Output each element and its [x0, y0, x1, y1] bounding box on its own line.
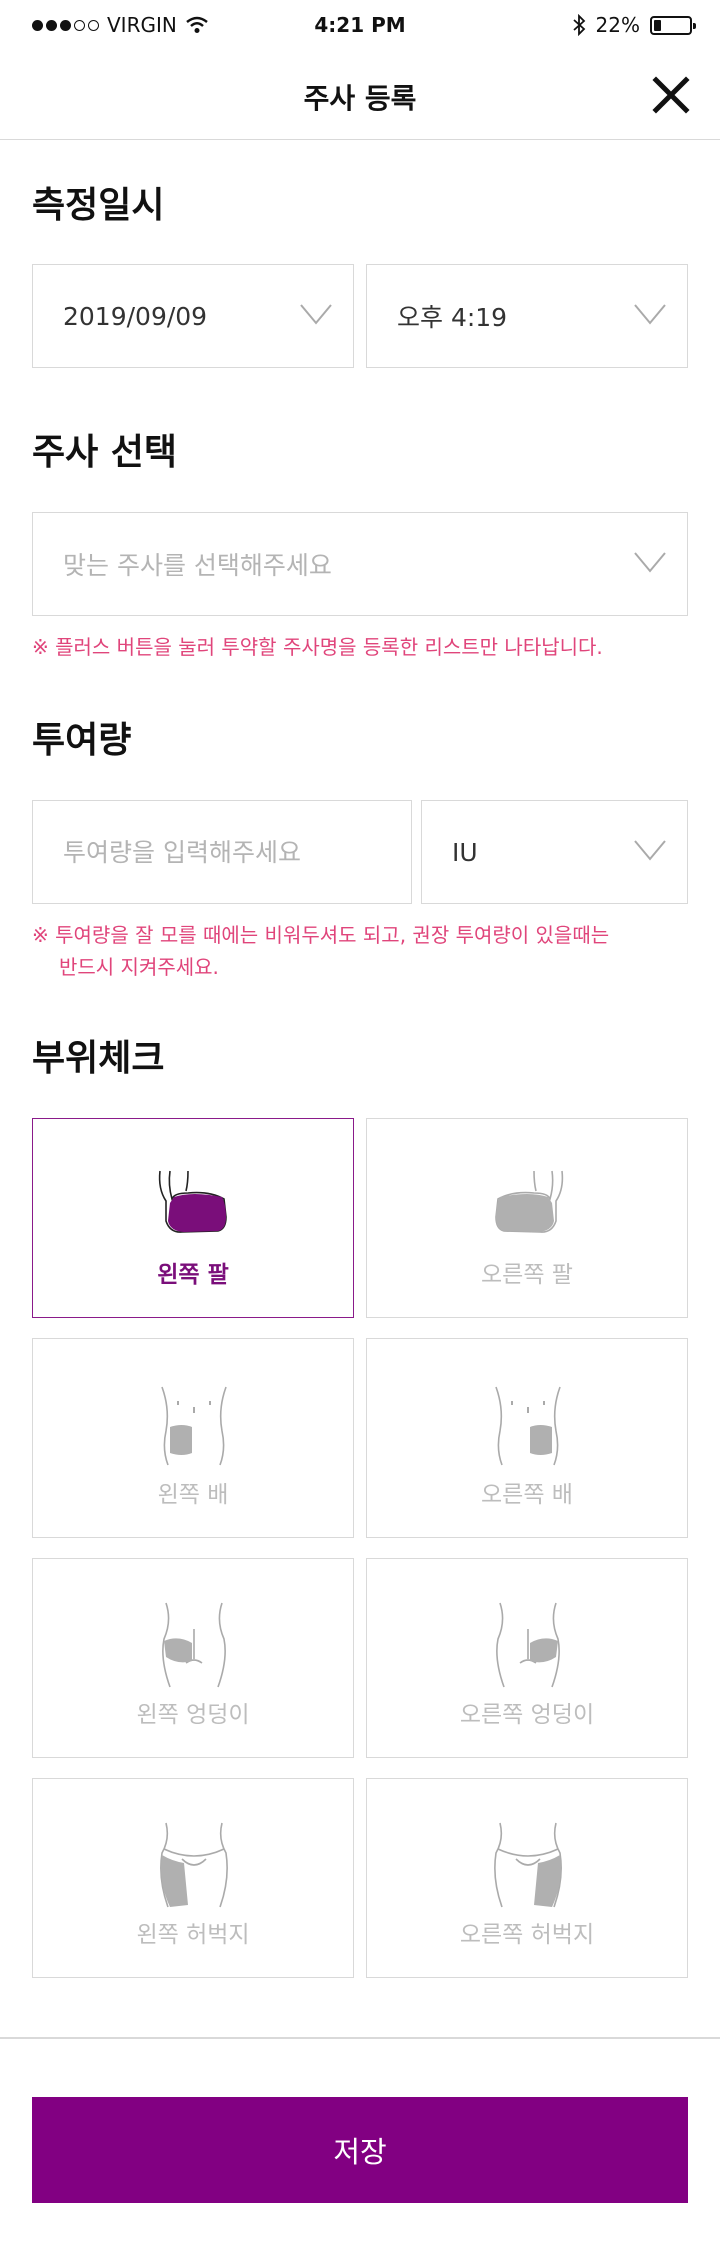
- left-belly-icon: [161, 1386, 227, 1466]
- left-arm-icon: [158, 1170, 227, 1233]
- chevron-down-icon: [634, 304, 666, 325]
- site-right-belly[interactable]: 오른쪽 배: [366, 1338, 688, 1538]
- date-select[interactable]: 2019/09/09: [32, 264, 354, 368]
- dosage-input[interactable]: [63, 837, 363, 867]
- time-value: 오후 4:19: [397, 303, 508, 332]
- status-bar: VIRGIN 4:21 PM 22%: [0, 0, 720, 52]
- unit-value: IU: [452, 837, 478, 867]
- site-label: 오른쪽 배: [481, 1482, 573, 1508]
- site-left-buttock[interactable]: 왼쪽 엉덩이: [32, 1558, 354, 1758]
- site-check-title: 부위체크: [32, 1038, 165, 1079]
- injection-placeholder: 맞는 주사를 선택해주세요: [63, 551, 332, 580]
- page-title: 주사 등록: [303, 82, 417, 115]
- site-left-arm[interactable]: 왼쪽 팔: [32, 1118, 354, 1318]
- dosage-note-line1: ※ 투여량을 잘 모를 때에는 비워두셔도 되고, 권장 투여량이 있을때는: [32, 923, 610, 947]
- site-label: 왼쪽 팔: [157, 1262, 229, 1288]
- unit-select[interactable]: IU: [421, 800, 688, 904]
- close-icon[interactable]: [648, 72, 694, 118]
- time-select[interactable]: 오후 4:19: [366, 264, 688, 368]
- site-right-buttock[interactable]: 오른쪽 엉덩이: [366, 1558, 688, 1758]
- battery-icon: [650, 15, 696, 35]
- bottom-divider: [0, 2037, 720, 2039]
- measure-date-title: 측정일시: [32, 185, 165, 226]
- site-left-thigh[interactable]: 왼쪽 허벅지: [32, 1778, 354, 1978]
- right-thigh-icon: [494, 1822, 562, 1908]
- save-button[interactable]: 저장: [32, 2097, 688, 2203]
- site-label: 오른쪽 엉덩이: [459, 1702, 595, 1728]
- nav-bar: 주사 등록: [0, 52, 720, 140]
- site-right-thigh[interactable]: 오른쪽 허벅지: [366, 1778, 688, 1978]
- chevron-down-icon: [634, 552, 666, 573]
- left-buttock-icon: [162, 1602, 226, 1688]
- site-left-belly[interactable]: 왼쪽 배: [32, 1338, 354, 1538]
- battery-level: [654, 19, 662, 31]
- injection-select[interactable]: 맞는 주사를 선택해주세요: [32, 512, 688, 616]
- dosage-title: 투여량: [32, 720, 132, 761]
- bluetooth-icon: [572, 14, 585, 36]
- injection-select-title: 주사 선택: [32, 432, 178, 473]
- site-label: 왼쪽 허벅지: [136, 1922, 250, 1948]
- right-arm-icon: [495, 1170, 564, 1233]
- site-label: 오른쪽 허벅지: [459, 1922, 595, 1948]
- dosage-field[interactable]: [32, 800, 412, 904]
- right-belly-icon: [495, 1386, 561, 1466]
- dosage-note: ※ 투여량을 잘 모를 때에는 비워두셔도 되고, 권장 투여량이 있을때는 반…: [32, 919, 692, 983]
- site-label: 왼쪽 배: [157, 1482, 229, 1508]
- dosage-note-line2: 반드시 지켜주세요.: [59, 955, 219, 979]
- site-label: 왼쪽 엉덩이: [136, 1702, 250, 1728]
- battery-percent: 22%: [595, 13, 640, 37]
- site-label: 오른쪽 팔: [481, 1262, 573, 1288]
- right-buttock-icon: [496, 1602, 560, 1688]
- site-right-arm[interactable]: 오른쪽 팔: [366, 1118, 688, 1318]
- status-right: 22%: [572, 13, 696, 37]
- chevron-down-icon: [300, 304, 332, 325]
- date-value: 2019/09/09: [63, 301, 208, 331]
- injection-note: ※ 플러스 버튼을 눌러 투약할 주사명을 등록한 리스트만 나타납니다.: [32, 635, 603, 659]
- chevron-down-icon: [634, 840, 666, 861]
- left-thigh-icon: [160, 1822, 228, 1908]
